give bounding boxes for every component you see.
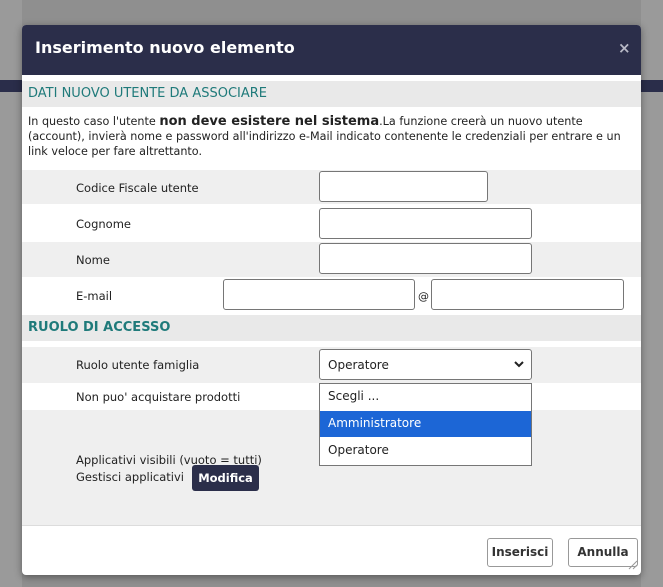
section-user-heading: DATI NUOVO UTENTE DA ASSOCIARE (22, 81, 641, 107)
email-domain-input[interactable] (431, 279, 624, 310)
no-purchase-label: Non puo' acquistare prodotti (76, 390, 241, 404)
role-option-operatore[interactable]: Operatore (320, 438, 531, 464)
role-label: Ruolo utente famiglia (76, 358, 200, 372)
cognome-label: Cognome (76, 217, 131, 231)
cognome-input[interactable] (319, 208, 532, 239)
apps-manage-label: Gestisci applicativi (76, 470, 184, 484)
dialog-titlebar: Inserimento nuovo elemento × (22, 25, 641, 75)
chevron-down-icon (513, 356, 525, 375)
at-symbol: @ (418, 290, 429, 303)
info-prefix: In questo caso l'utente (28, 115, 160, 128)
role-option-label: Amministratore (328, 416, 422, 430)
codice-fiscale-input[interactable] (319, 171, 488, 202)
modify-button[interactable]: Modifica (192, 465, 259, 491)
info-bold: non deve esistere nel sistema (159, 114, 380, 129)
role-select-value: Operatore (328, 358, 389, 372)
email-label: E-mail (76, 289, 113, 303)
role-option-label: Operatore (328, 443, 389, 457)
role-dropdown-list: Scegli ... Amministratore Operatore (319, 383, 532, 466)
role-option-label: Scegli ... (328, 389, 380, 403)
row-nome: Nome (22, 242, 641, 277)
codice-fiscale-label: Codice Fiscale utente (76, 181, 199, 195)
background-stripe-right (641, 80, 663, 92)
close-icon[interactable]: × (618, 39, 631, 57)
nome-input[interactable] (319, 243, 532, 274)
dialog-title: Inserimento nuovo elemento (35, 38, 295, 57)
insert-dialog: Inserimento nuovo elemento × DATI NUOVO … (22, 25, 641, 575)
resize-handle-icon[interactable] (626, 558, 638, 570)
nome-label: Nome (76, 253, 110, 267)
section-role-heading: RUOLO DI ACCESSO (22, 315, 641, 341)
section-user-title: DATI NUOVO UTENTE DA ASSOCIARE (28, 86, 268, 101)
role-select[interactable]: Operatore (319, 349, 532, 380)
role-option-amministratore[interactable]: Amministratore (320, 411, 531, 437)
footer-divider (22, 525, 641, 526)
row-email: E-mail @ (22, 277, 641, 315)
insert-button[interactable]: Inserisci (487, 538, 553, 567)
background-stripe (0, 80, 22, 92)
section-role-title: RUOLO DI ACCESSO (28, 320, 171, 335)
row-cognome: Cognome (22, 206, 641, 242)
row-codice-fiscale: Codice Fiscale utente (22, 170, 641, 204)
email-user-input[interactable] (223, 279, 415, 310)
info-text: In questo caso l'utente non deve esister… (28, 114, 637, 159)
role-option-scegli[interactable]: Scegli ... (320, 384, 531, 410)
